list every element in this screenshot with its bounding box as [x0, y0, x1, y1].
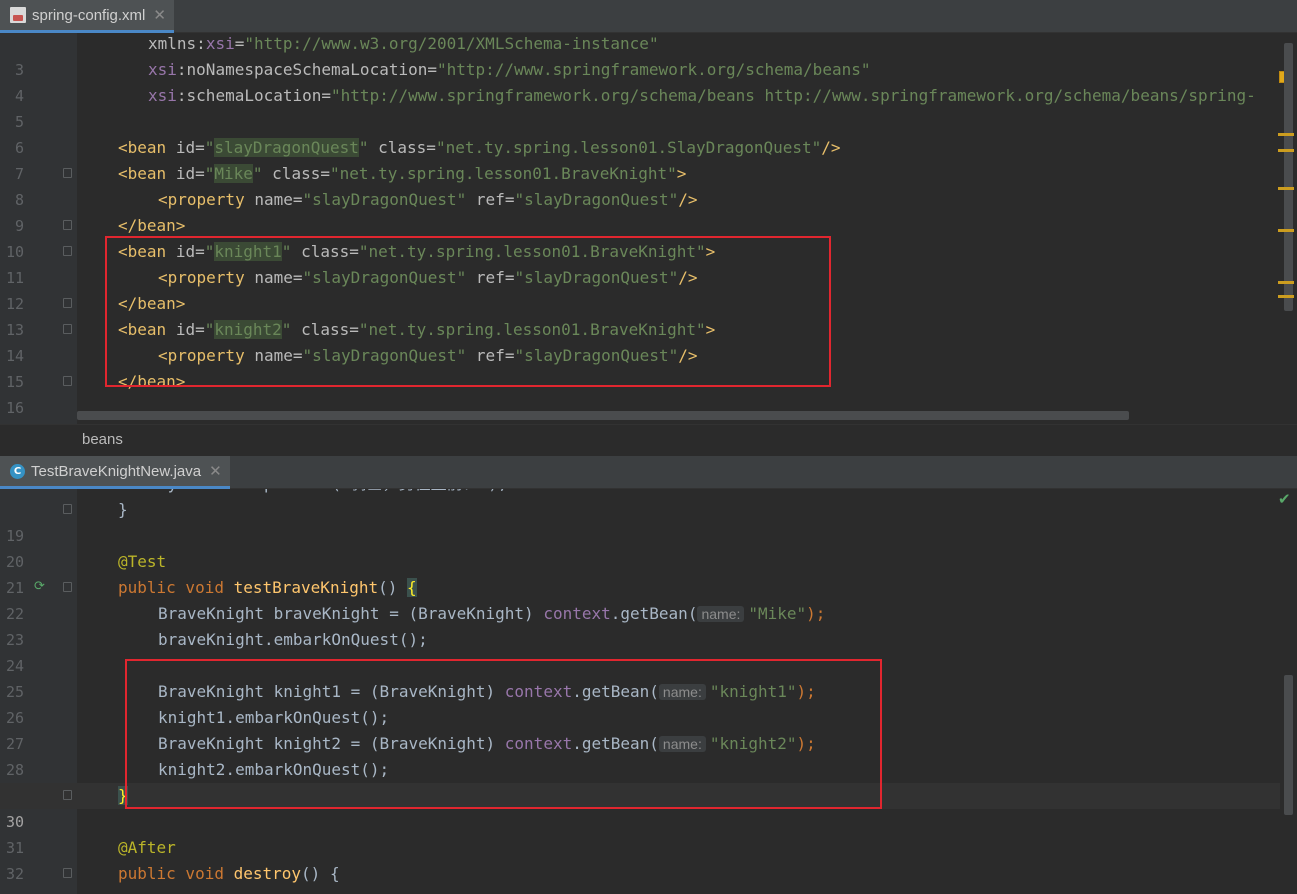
fold-icon[interactable] [63, 246, 72, 256]
vertical-scrollbar[interactable] [1284, 43, 1293, 311]
code-line: 19 } [5, 500, 128, 545]
xml-editor[interactable]: 3 xmlns:xsi="http://www.w3.org/2001/XMLS… [0, 33, 1297, 424]
highlight-box-xml [105, 236, 831, 387]
error-stripe-mark[interactable] [1278, 295, 1294, 298]
fold-icon[interactable] [63, 324, 72, 334]
code-line: 6 [14, 139, 24, 157]
code-line: 5 xsi:schemaLocation="http://www.springf… [14, 86, 1256, 131]
close-icon[interactable]: ✕ [153, 6, 166, 24]
xml-file-icon [10, 7, 26, 23]
error-stripe-mark[interactable] [1278, 187, 1294, 190]
code-line: 8 <bean id="Mike" class="net.ty.spring.l… [14, 164, 687, 209]
breadcrumb-item-beans[interactable]: beans [82, 431, 123, 448]
fold-icon[interactable] [63, 790, 72, 800]
java-class-icon: C [10, 463, 25, 479]
code-line: 4 xsi:noNamespaceSchemaLocation="http://… [14, 60, 871, 105]
run-test-icon[interactable]: ⟳ [34, 580, 48, 594]
code-line: 20 [5, 553, 24, 571]
close-icon[interactable]: ✕ [209, 462, 222, 480]
fold-icon[interactable] [63, 168, 72, 178]
code-line: 9 <property name="slayDragonQuest" ref="… [14, 190, 698, 235]
error-stripe-mark[interactable] [1278, 133, 1294, 136]
tab-spring-config-xml[interactable]: spring-config.xml ✕ [0, 0, 174, 33]
code-line: 23 BraveKnight braveKnight = (BraveKnigh… [5, 604, 826, 649]
fold-icon[interactable] [63, 504, 72, 514]
code-line: 22 ⟳ public void testBraveKnight() { [5, 578, 417, 623]
fold-icon[interactable] [63, 376, 72, 386]
code-line: 3 xmlns:xsi="http://www.w3.org/2001/XMLS… [14, 34, 659, 79]
tab-label: spring-config.xml [32, 6, 146, 24]
code-line: 32 @After [5, 838, 176, 883]
error-stripe-mark[interactable] [1278, 281, 1294, 284]
tab-test-brave-knight-new-java[interactable]: C TestBraveKnightNew.java ✕ [0, 456, 230, 489]
code-line: 33 public void destroy() { [0, 861, 1280, 894]
code-line: System.out.println("骑士，勇往直前！"); [0, 489, 1280, 497]
breadcrumb: beans [0, 424, 1297, 456]
check-icon: ✔ [1278, 490, 1291, 508]
fold-icon[interactable] [63, 582, 72, 592]
code-line: 7 <bean id="slayDragonQuest" class="net.… [14, 138, 841, 183]
error-stripe-mark[interactable] [1278, 149, 1294, 152]
tab-label: TestBraveKnightNew.java [31, 462, 202, 480]
code-line: 24 braveKnight.embarkOnQuest(); [5, 630, 428, 675]
code-line: 21 @Test [5, 552, 167, 597]
editor-tabbar-top: spring-config.xml ✕ [0, 0, 1297, 33]
horizontal-scrollbar[interactable] [77, 411, 1129, 420]
vertical-scrollbar[interactable] [1284, 675, 1293, 815]
code-line: 31 [5, 839, 24, 857]
fold-icon[interactable] [63, 220, 72, 230]
error-stripe-mark[interactable] [1278, 229, 1294, 232]
fold-icon[interactable] [63, 868, 72, 878]
param-hint: name: [697, 606, 745, 622]
highlight-box-java [125, 659, 882, 809]
fold-icon[interactable] [63, 298, 72, 308]
java-editor[interactable]: System.out.println("骑士，勇往直前！"); 19 } 20 … [0, 489, 1297, 894]
editor-tabbar-bottom: C TestBraveKnightNew.java ✕ [0, 456, 1297, 489]
